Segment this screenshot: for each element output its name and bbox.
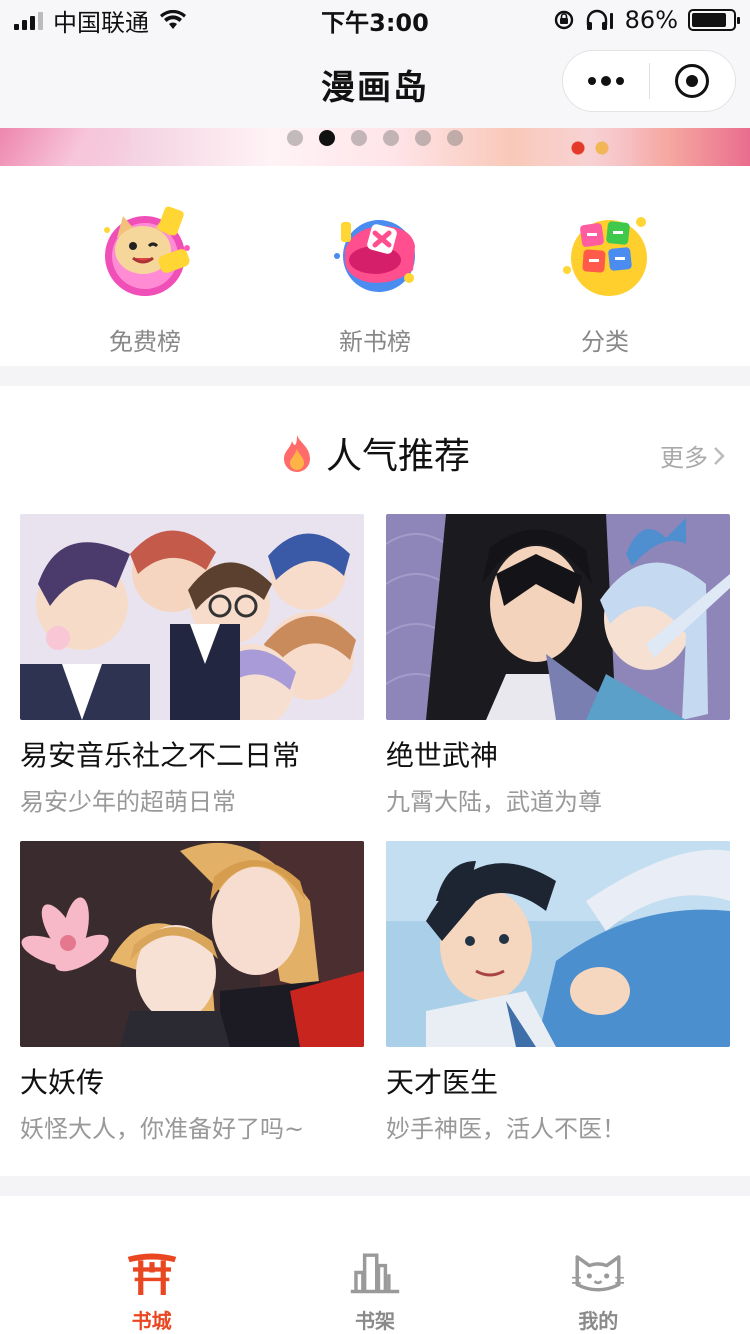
section-header: 人气推荐 更多 xyxy=(0,386,750,520)
status-left: 中国联通 xyxy=(14,3,187,38)
cat-badge-icon xyxy=(104,206,190,296)
tab-bar: 书城 书架 我的 xyxy=(0,1196,750,1334)
torii-gate-icon xyxy=(127,1253,176,1295)
more-link[interactable]: 更多 xyxy=(660,438,726,473)
cover-art xyxy=(386,514,730,720)
cover-art xyxy=(386,841,730,1047)
more-label: 更多 xyxy=(660,444,708,472)
entry-label: 新书榜 xyxy=(339,328,411,356)
tab-bookshelf[interactable]: 书架 xyxy=(295,1196,455,1334)
tab-bookstore[interactable]: 书城 xyxy=(72,1196,232,1334)
cellular-signal-icon xyxy=(14,10,43,30)
pager-dot[interactable] xyxy=(351,130,367,146)
tab-label: 书城 xyxy=(131,1309,172,1333)
quick-entries: 免费榜 新书榜 分类 xyxy=(0,166,750,366)
status-right: 86% xyxy=(553,6,740,34)
section-title: 人气推荐 xyxy=(280,427,470,479)
carrier-name: 中国联通 xyxy=(53,8,149,37)
close-target-icon xyxy=(675,64,710,98)
mini-program-capsule xyxy=(562,50,736,112)
section-title-text: 人气推荐 xyxy=(325,436,470,477)
status-bar: 中国联通 下午3:00 86% xyxy=(0,0,750,40)
book-cover-image[interactable] xyxy=(386,514,730,720)
entry-free-ranking[interactable]: 免费榜 xyxy=(55,166,235,366)
book-title[interactable]: 易安音乐社之不二日常 xyxy=(20,734,364,774)
wifi-icon xyxy=(160,10,186,29)
book-cover-image[interactable] xyxy=(20,841,364,1047)
more-dots-icon xyxy=(587,76,624,86)
app-page: 中国联通 下午3:00 86% 漫画岛 免费榜 新书榜 分类 人气推荐 更多 易… xyxy=(0,0,750,1334)
book-subtitle: 易安少年的超萌日常 xyxy=(20,788,236,816)
book-cover-image[interactable] xyxy=(386,841,730,1047)
tab-mine[interactable]: 我的 xyxy=(518,1196,678,1334)
banner-pager xyxy=(287,130,463,146)
pager-dot[interactable] xyxy=(447,130,463,146)
headphones-icon xyxy=(586,9,613,30)
book-card[interactable]: 绝世武神 九霄大陆，武道为尊 xyxy=(386,514,730,817)
book-subtitle: 妙手神医，活人不医！ xyxy=(386,1115,626,1143)
book-subtitle: 妖怪大人，你准备好了吗~ xyxy=(20,1115,305,1143)
book-title[interactable]: 天才医生 xyxy=(386,1061,730,1101)
entry-label: 免费榜 xyxy=(109,328,181,356)
bookshelf-icon xyxy=(350,1253,400,1294)
new-book-badge-icon xyxy=(334,220,415,292)
cat-face-icon xyxy=(572,1255,625,1292)
battery-icon xyxy=(688,9,740,31)
battery-percent: 86% xyxy=(624,6,678,34)
pager-dot[interactable] xyxy=(415,130,431,146)
more-menu-button[interactable] xyxy=(563,51,649,111)
cover-art xyxy=(20,514,364,720)
navigation-bar: 漫画岛 xyxy=(0,40,750,128)
fire-icon xyxy=(283,435,310,472)
chevron-right-icon xyxy=(714,446,725,465)
entry-category[interactable]: 分类 xyxy=(515,166,695,366)
tab-label: 书架 xyxy=(354,1309,395,1333)
cover-art xyxy=(20,841,364,1047)
page-title: 漫画岛 xyxy=(321,67,429,108)
category-blocks-icon xyxy=(563,217,647,296)
pager-dot[interactable] xyxy=(383,130,399,146)
entry-new-ranking[interactable]: 新书榜 xyxy=(285,166,465,366)
book-card[interactable]: 易安音乐社之不二日常 易安少年的超萌日常 xyxy=(20,514,364,817)
book-card[interactable]: 大妖传 妖怪大人，你准备好了吗~ xyxy=(20,841,364,1144)
pager-dot-active[interactable] xyxy=(319,130,335,146)
book-title[interactable]: 大妖传 xyxy=(20,1061,364,1101)
book-cover-image[interactable] xyxy=(20,514,364,720)
book-title[interactable]: 绝世武神 xyxy=(386,734,730,774)
book-card[interactable]: 天才医生 妙手神医，活人不医！ xyxy=(386,841,730,1144)
book-subtitle: 九霄大陆，武道为尊 xyxy=(386,788,602,816)
banner-artwork-right xyxy=(590,128,750,166)
popular-section: 人气推荐 更多 易安音乐社之不二日常 易安少年的超萌日常 绝世武神 九霄大陆，武… xyxy=(0,386,750,1176)
tab-label: 我的 xyxy=(578,1309,619,1333)
banner-artwork-left xyxy=(0,128,130,166)
close-mini-program-button[interactable] xyxy=(650,51,736,111)
book-grid: 易安音乐社之不二日常 易安少年的超萌日常 绝世武神 九霄大陆，武道为尊 大妖传 … xyxy=(20,514,730,1144)
pager-dot[interactable] xyxy=(287,130,303,146)
orientation-lock-icon xyxy=(554,10,573,30)
entry-label: 分类 xyxy=(581,328,629,356)
